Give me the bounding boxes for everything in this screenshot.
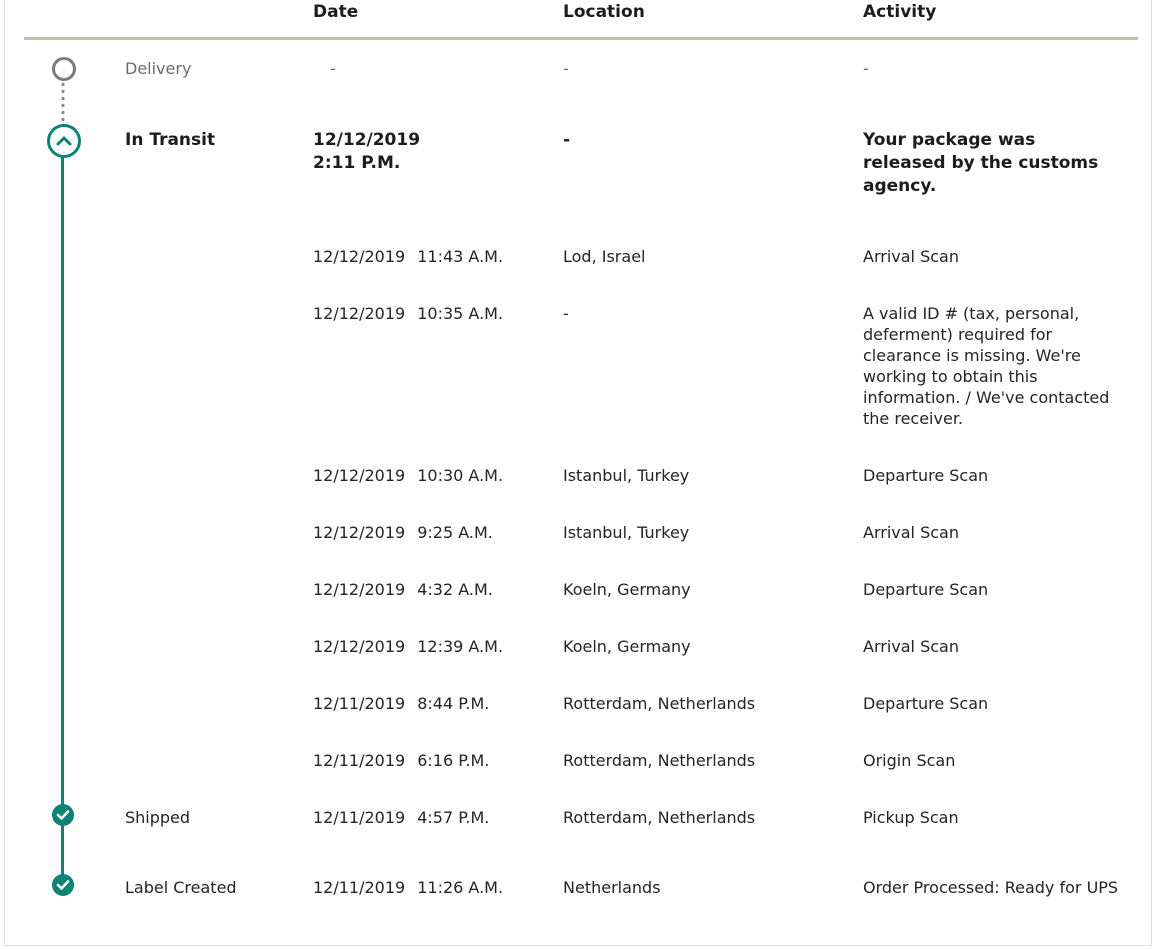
in-transit-date-day: 12/12/2019: [313, 130, 421, 150]
event-location: Istanbul, Turkey: [563, 523, 690, 542]
event-activity: Pickup Scan: [863, 808, 959, 827]
header-divider: [24, 37, 1138, 40]
event-date: 12/11/2019 6:16 P.M.: [313, 751, 490, 770]
event-location: Netherlands: [563, 878, 661, 897]
in-transit-date-time: 2:11 P.M.: [313, 153, 401, 173]
event-location: Koeln, Germany: [563, 580, 691, 599]
column-header-date: Date: [313, 2, 359, 22]
milestone-shipped-label: Shipped: [125, 808, 191, 827]
event-location: -: [563, 304, 569, 323]
event-location: Lod, Israel: [563, 247, 646, 266]
in-transit-location: -: [563, 130, 571, 150]
timeline-dotted-connector: [61, 81, 65, 121]
event-date: 12/11/2019 8:44 P.M.: [313, 694, 490, 713]
milestone-delivery-label: Delivery: [125, 59, 192, 78]
event-date: 12/11/2019 11:26 A.M.: [313, 878, 504, 897]
event-activity: Arrival Scan: [863, 247, 959, 266]
delivery-activity: -: [863, 59, 869, 78]
event-date: 12/12/2019 9:25 A.M.: [313, 523, 493, 542]
in-transit-date: 12/12/2019 2:11 P.M.: [313, 129, 420, 175]
event-date: 12/12/2019 12:39 A.M.: [313, 637, 504, 656]
event-date: 12/12/2019 4:32 A.M.: [313, 580, 493, 599]
event-location: Istanbul, Turkey: [563, 466, 690, 485]
column-header-activity: Activity: [863, 2, 937, 22]
event-activity: Arrival Scan: [863, 523, 959, 542]
event-location: Rotterdam, Netherlands: [563, 751, 756, 770]
event-date: 12/11/2019 4:57 P.M.: [313, 808, 490, 827]
event-location: Koeln, Germany: [563, 637, 691, 656]
event-activity: Arrival Scan: [863, 637, 959, 656]
delivery-location: -: [563, 59, 569, 78]
event-activity: Departure Scan: [863, 466, 989, 485]
event-activity: A valid ID # (tax, personal, deferment) …: [863, 304, 1110, 428]
timeline-rail: [61, 151, 64, 887]
event-activity: Departure Scan: [863, 580, 989, 599]
shipped-checkmark-icon: [52, 804, 74, 826]
event-location: Rotterdam, Netherlands: [563, 808, 756, 827]
in-transit-activity: Your package was released by the customs…: [863, 130, 1099, 196]
event-location: Rotterdam, Netherlands: [563, 694, 756, 713]
column-header-location: Location: [563, 2, 645, 22]
event-activity: Order Processed: Ready for UPS: [863, 878, 1119, 897]
event-date: 12/12/2019 11:43 A.M.: [313, 247, 504, 266]
event-date: 12/12/2019 10:30 A.M.: [313, 466, 504, 485]
collapse-chevron-up-icon[interactable]: [47, 124, 81, 158]
milestone-label-created-label: Label Created: [125, 878, 237, 897]
event-activity: Origin Scan: [863, 751, 956, 770]
milestone-in-transit-label: In Transit: [125, 130, 216, 150]
label-created-checkmark-icon: [52, 874, 74, 896]
event-date: 12/12/2019 10:35 A.M.: [313, 304, 504, 323]
event-activity: Departure Scan: [863, 694, 989, 713]
delivery-date: -: [330, 59, 336, 78]
pending-circle-icon: [52, 57, 76, 81]
